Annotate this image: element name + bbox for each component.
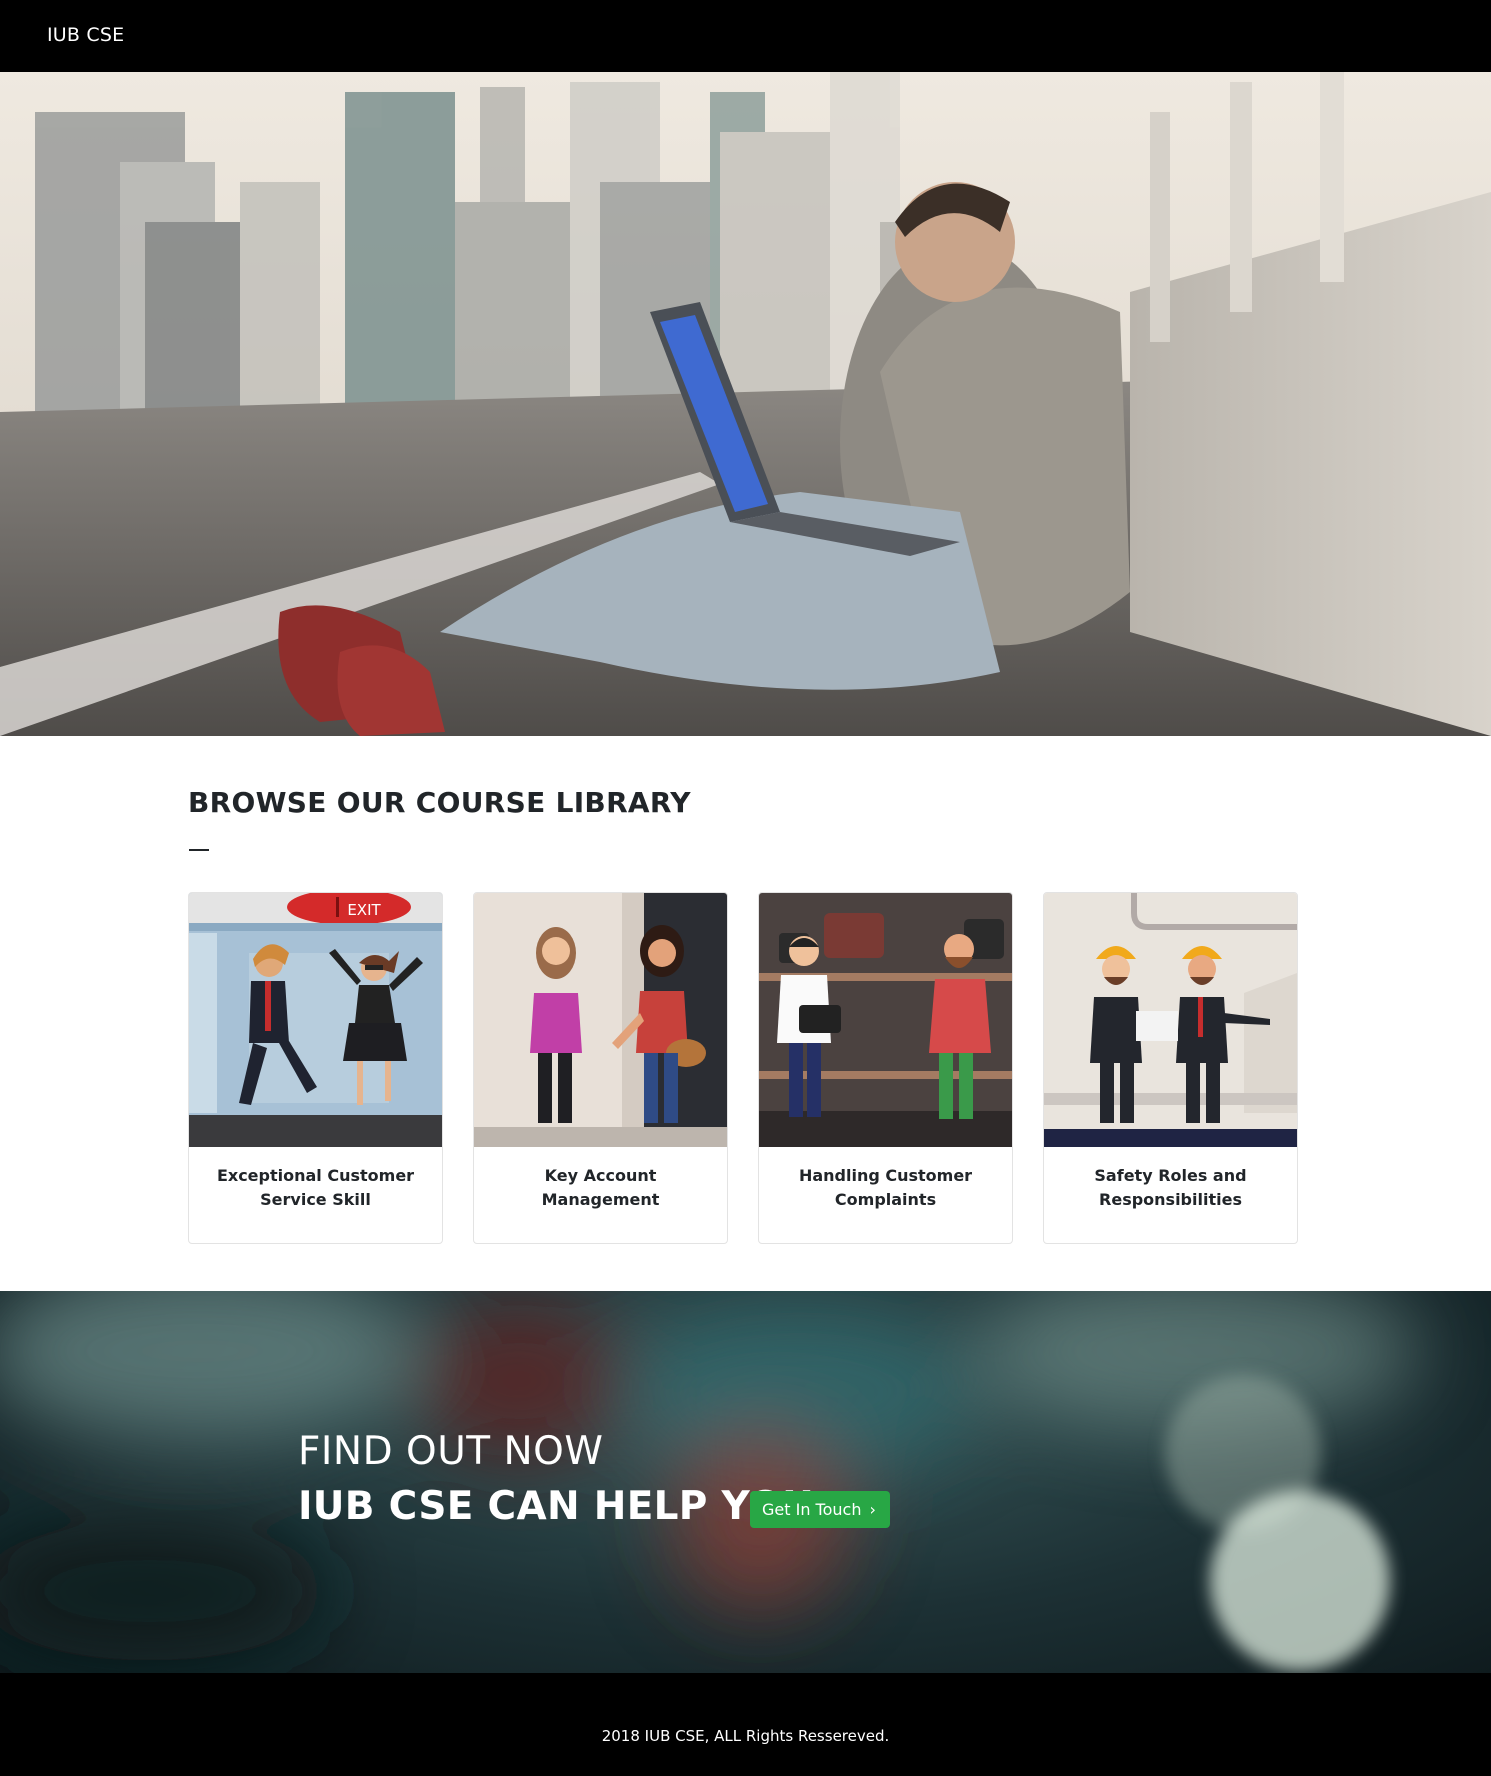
course-card-key-account[interactable]: Key Account Management	[473, 892, 728, 1244]
cta-heading-line1: FIND OUT NOW	[298, 1429, 604, 1474]
chevron-right-icon: ›	[869, 1499, 876, 1519]
get-in-touch-label: Get In Touch	[762, 1500, 862, 1519]
title-divider	[189, 849, 209, 851]
exit-sign-text: EXIT	[347, 901, 381, 919]
hero-image	[0, 72, 1491, 736]
course-card-safety[interactable]: Safety Roles and Responsibilities	[1043, 892, 1298, 1244]
course-image-key-account	[474, 893, 727, 1147]
course-title[interactable]: Safety Roles and Responsibilities	[1062, 1164, 1279, 1212]
course-image-safety	[1044, 893, 1297, 1147]
navbar: IUB CSE	[0, 0, 1491, 72]
cta-heading-line2: IUB CSE CAN HELP YOU	[298, 1484, 815, 1529]
course-card-customer-service[interactable]: EXIT Exceptional Customer Service Skill	[188, 892, 443, 1244]
footer: 2018 IUB CSE, ALL Rights Ressereved.	[0, 1673, 1491, 1776]
course-card-complaints[interactable]: Handling Customer Complaints	[758, 892, 1013, 1244]
get-in-touch-button[interactable]: Get In Touch ›	[750, 1491, 890, 1528]
navbar-brand[interactable]: IUB CSE	[47, 24, 124, 46]
bokeh-background	[0, 1291, 1420, 1671]
course-title[interactable]: Handling Customer Complaints	[777, 1164, 994, 1212]
course-image-complaints	[759, 893, 1012, 1147]
hero-banner	[0, 72, 1491, 736]
course-title[interactable]: Exceptional Customer Service Skill	[207, 1164, 424, 1212]
footer-copyright: 2018 IUB CSE, ALL Rights Ressereved.	[601, 1727, 890, 1745]
course-title[interactable]: Key Account Management	[492, 1164, 709, 1212]
call-to-action-section: FIND OUT NOW IUB CSE CAN HELP YOU Get In…	[0, 1291, 1491, 1673]
section-title: BROWSE OUR COURSE LIBRARY	[188, 786, 691, 819]
course-image-customer-service: EXIT	[189, 893, 442, 1147]
course-library-section: BROWSE OUR COURSE LIBRARY EXIT Exception…	[0, 736, 1491, 1291]
